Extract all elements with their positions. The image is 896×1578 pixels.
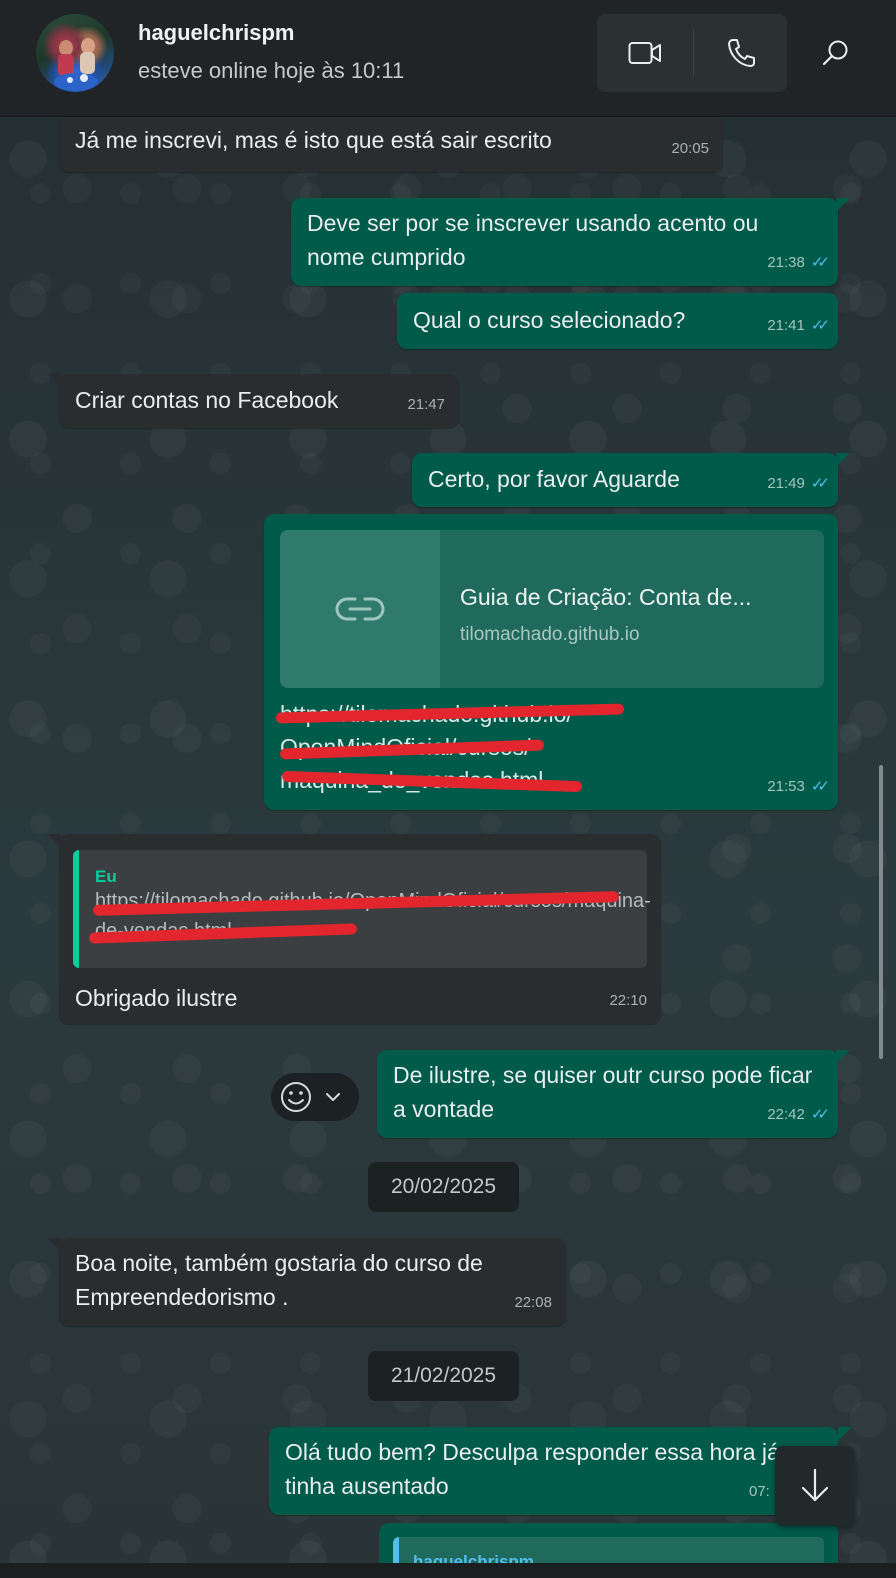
bubble-tail [47,1238,61,1252]
link-preview-domain: tilomachado.github.io [460,624,640,645]
link-preview-title: Guia de Criação: Conta de... [460,584,752,610]
message-meta: 22:42 ✓✓ [767,1098,830,1132]
bubble-tail [838,1427,852,1441]
avatar-photo [54,38,98,91]
message-time: 22:08 [514,1294,552,1311]
message-meta: 07: [749,1475,770,1509]
call-buttons [597,14,787,92]
message-text: Qual o curso selecionado? [413,307,686,333]
message-time: 21:38 [767,254,805,271]
message-outgoing[interactable]: De ilustre, se quiser outr curso pode fi… [377,1050,850,1138]
message-outgoing[interactable]: Olá tudo bem? Desculpa responder essa ho… [269,1427,838,1515]
message-incoming-reply[interactable]: Eu https://tilomachado.github.io/OpenMin… [47,834,661,1024]
message-time: 07: [749,1483,770,1500]
chevron-down-icon [326,1093,340,1101]
message-meta: 21:41 ✓✓ [767,309,830,343]
bubble-tail [836,198,850,212]
message-meta: 20:05 [671,132,709,166]
message-incoming[interactable]: Já me inscrevi, mas é isto que está sair… [59,117,723,172]
message-outgoing[interactable]: Certo, por favor Aguarde 21:49 ✓✓ [412,453,850,507]
message-time: 22:42 [767,1106,805,1123]
message-text: Obrigado ilustre [75,985,238,1011]
phone-icon [727,39,755,67]
scroll-to-bottom-button[interactable] [775,1446,855,1526]
message-meta: 22:08 [514,1286,552,1320]
link-preview-thumbnail [280,530,440,688]
link-icon [335,597,385,621]
message-text: De ilustre, se quiser outr curso pode fi… [393,1062,813,1122]
chat-header: haguelchrispm esteve online hoje às 10:1… [0,0,896,117]
double-check-icon: ✓✓ [810,1106,830,1123]
voice-call-button[interactable] [694,14,787,92]
video-call-button[interactable] [597,14,693,92]
message-text: Olá tudo bem? Desculpa responder essa ho… [285,1439,780,1499]
bubble-tail [47,834,61,848]
bubble-tail [836,453,850,467]
message-outgoing[interactable]: Deve ser por se inscrever usando acento … [291,198,850,286]
contact-name[interactable]: haguelchrispm [138,20,294,46]
message-text: Deve ser por se inscrever usando acento … [307,210,759,270]
message-time: 21:49 [767,475,805,492]
message-text: Boa noite, também gostaria do curso de E… [75,1250,483,1310]
message-text: Criar contas no Facebook [75,387,339,413]
message-time: 21:53 [767,778,805,795]
double-check-icon: ✓✓ [810,254,830,271]
smiley-icon [281,1082,311,1112]
message-time: 22:10 [609,992,647,1009]
date-separator: 20/02/2025 [368,1162,519,1212]
message-time: 21:41 [767,317,805,334]
message-time: 21:47 [407,396,445,413]
contact-avatar[interactable] [36,14,114,92]
double-check-icon: ✓✓ [810,778,830,795]
video-camera-icon [628,42,661,64]
message-time: 20:05 [671,140,709,157]
message-outgoing[interactable]: Qual o curso selecionado? 21:41 ✓✓ [397,293,838,349]
last-seen-status: esteve online hoje às 10:11 [138,58,405,83]
quoted-message[interactable]: Eu https://tilomachado.github.io/OpenMin… [73,850,651,968]
double-check-icon: ✓✓ [810,317,830,334]
bubble-tail [836,1050,850,1064]
composer-edge [0,1563,896,1578]
message-incoming[interactable]: Boa noite, também gostaria do curso de E… [47,1238,566,1326]
message-meta: 22:10 [609,984,647,1018]
message-list[interactable]: Já me inscrevi, mas é isto que está sair… [0,117,896,1578]
message-text: Certo, por favor Aguarde [428,466,680,492]
message-outgoing-link[interactable]: Guia de Criação: Conta de... tilomachado… [264,514,838,810]
arrow-down-icon [801,1468,829,1502]
message-meta: 21:49 ✓✓ [767,467,830,501]
message-meta: 21:53 ✓✓ [767,770,830,804]
scrollbar-thumb[interactable] [879,765,883,1059]
message-meta: 21:47 [407,388,445,422]
date-separator: 21/02/2025 [368,1351,519,1401]
message-meta: 21:38 ✓✓ [767,246,830,280]
search-button[interactable] [806,20,866,86]
reaction-button[interactable] [271,1073,359,1121]
double-check-icon: ✓✓ [810,475,830,492]
message-text: Já me inscrevi, mas é isto que está sair… [75,127,552,153]
bubble-tail [47,374,61,388]
link-preview-card[interactable]: Guia de Criação: Conta de... tilomachado… [280,530,824,688]
search-icon [822,40,848,66]
message-incoming[interactable]: Criar contas no Facebook 21:47 [47,374,459,428]
